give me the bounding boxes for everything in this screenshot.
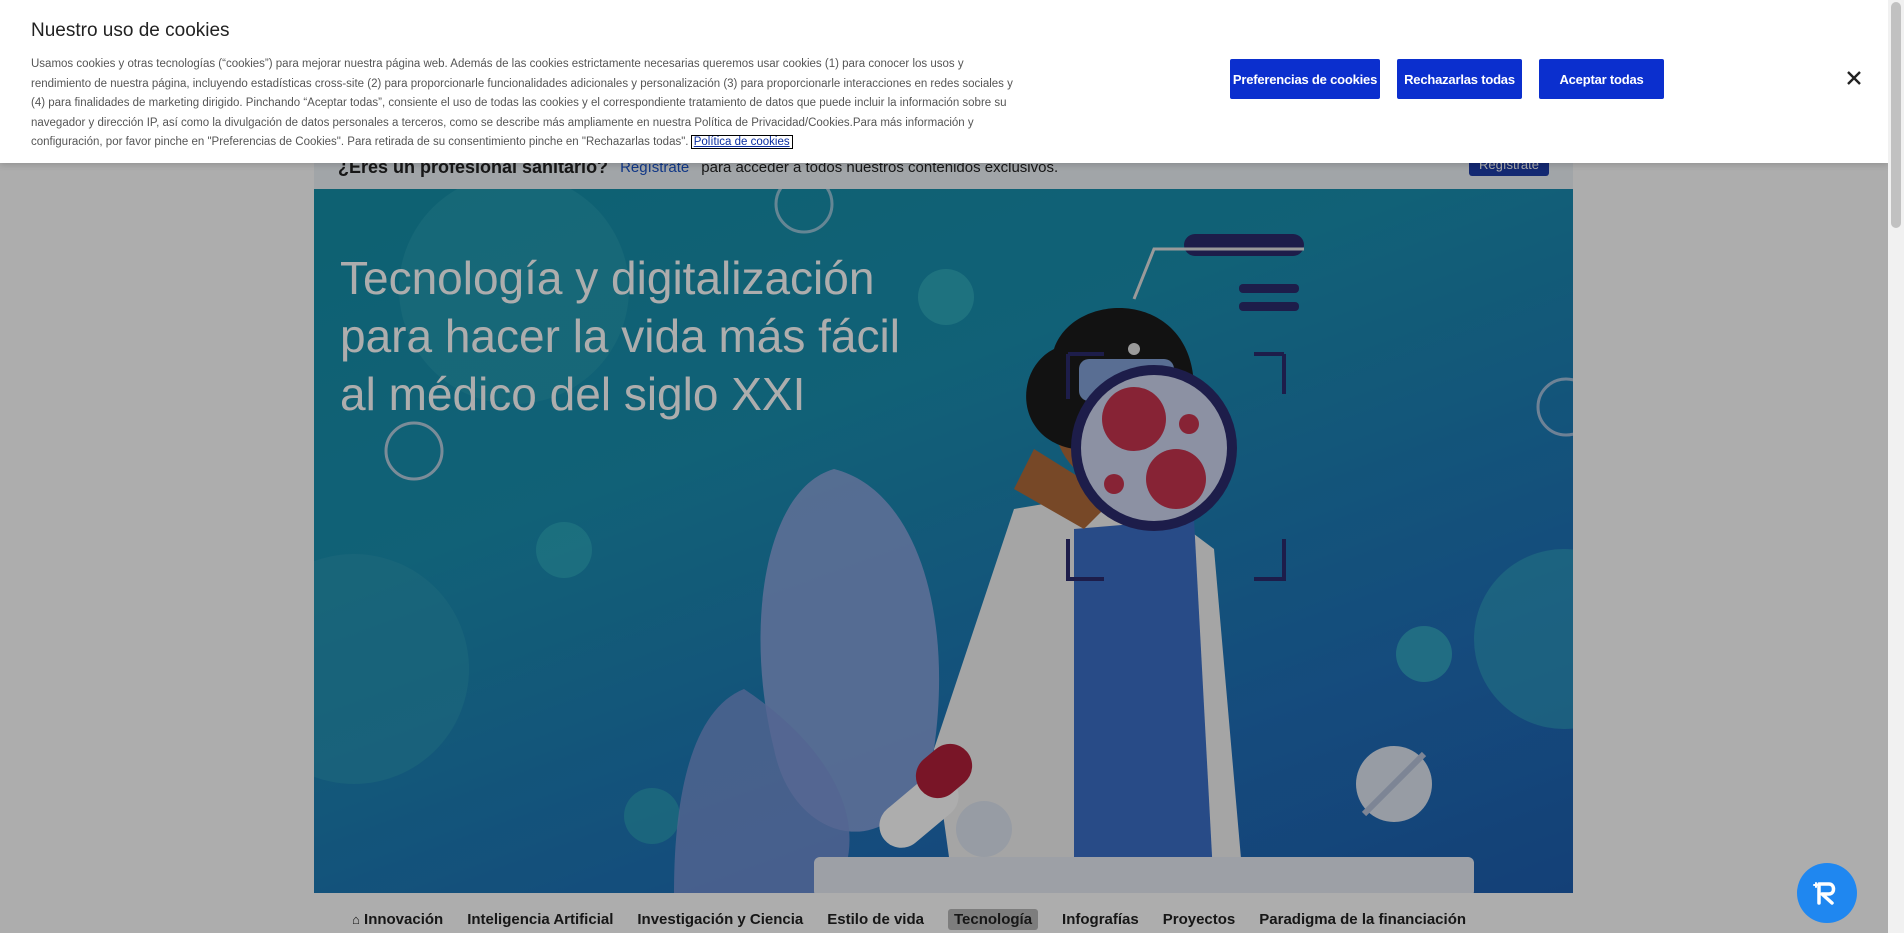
cookie-preferences-button[interactable]: Preferencias de cookies (1230, 59, 1380, 99)
cookie-description: Usamos cookies y otras tecnologías (“coo… (31, 55, 1016, 153)
cookie-policy-link[interactable]: Política de cookies (690, 135, 793, 150)
page-scrollbar[interactable] (1888, 0, 1904, 933)
scrollbar-thumb[interactable] (1891, 2, 1901, 228)
cookie-banner: Nuestro uso de cookies Usamos cookies y … (0, 0, 1888, 163)
cookie-description-text: Usamos cookies y otras tecnologías (“coo… (31, 58, 1013, 149)
close-icon[interactable] (1842, 66, 1866, 90)
cookie-banner-title: Nuestro uso de cookies (31, 20, 230, 41)
assistant-fab-button[interactable] (1797, 863, 1857, 923)
assistant-icon (1813, 882, 1836, 905)
accept-all-button[interactable]: Aceptar todas (1539, 59, 1664, 99)
reject-all-button[interactable]: Rechazarlas todas (1397, 59, 1522, 99)
